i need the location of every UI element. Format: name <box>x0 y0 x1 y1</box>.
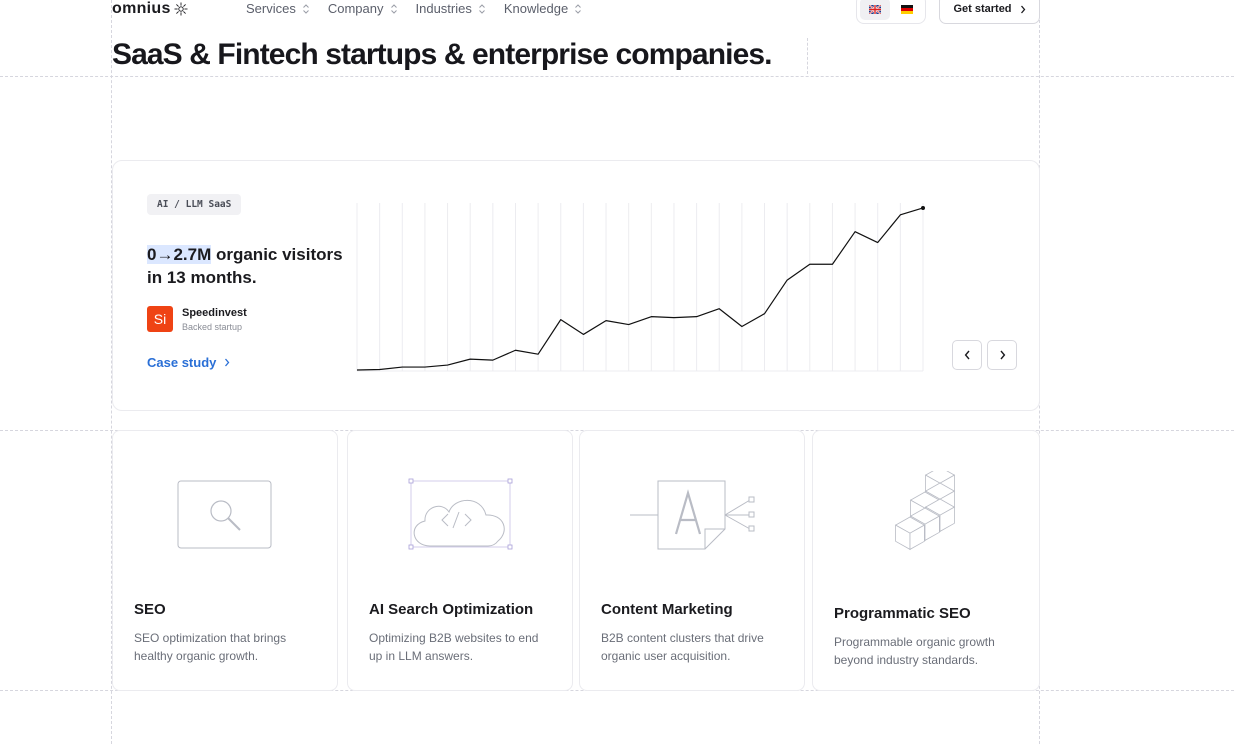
chevron-up-down-icon <box>575 3 582 14</box>
language-switcher <box>856 0 926 24</box>
get-started-label: Get started <box>953 3 1012 15</box>
company-info: Si Speedinvest Backed startup <box>147 306 247 332</box>
service-title: SEO <box>134 601 166 618</box>
case-study-link-label: Case study <box>147 355 217 370</box>
carousel-next-button[interactable] <box>987 340 1017 370</box>
chevron-right-icon <box>999 350 1005 360</box>
chevron-right-icon <box>225 358 230 367</box>
nav-item-label: Services <box>246 1 296 16</box>
nav-item-label: Industries <box>415 1 472 16</box>
company-logo: Si <box>147 306 173 332</box>
service-title: AI Search Optimization <box>369 601 534 618</box>
carousel-prev-button[interactable] <box>952 340 982 370</box>
nav-item-label: Company <box>327 1 384 16</box>
company-name: Speedinvest <box>182 306 247 319</box>
document-branch-icon <box>630 480 755 550</box>
chevron-up-down-icon <box>479 3 485 14</box>
nav-item-knowledge[interactable]: Knowledge <box>504 1 582 16</box>
logo-text: omnius <box>112 0 171 17</box>
service-description: Optimizing B2B websites to end up in LLM… <box>369 631 539 663</box>
service-title: Content Marketing <box>601 601 733 618</box>
case-study-link[interactable]: Case study <box>147 355 230 370</box>
language-option-de[interactable] <box>892 0 922 20</box>
get-started-button[interactable]: Get started <box>939 0 1040 24</box>
nav-item-company[interactable]: Company <box>328 1 398 16</box>
service-card-seo[interactable]: SEO SEO optimization that brings healthy… <box>112 430 338 691</box>
page-headline: SaaS & Fintech startups & enterprise com… <box>112 38 772 71</box>
service-card-content-marketing[interactable]: Content Marketing B2B content clusters t… <box>579 430 805 691</box>
service-card-ai-search[interactable]: AI Search Optimization Optimizing B2B we… <box>347 430 573 691</box>
service-description: Programmable organic growth beyond indus… <box>834 635 995 667</box>
germany-flag-icon <box>901 4 913 14</box>
chevron-up-down-icon <box>303 3 309 14</box>
uk-flag-icon <box>869 4 881 14</box>
growth-line-chart <box>356 203 925 372</box>
industry-tag: AI / LLM SaaS <box>147 194 242 215</box>
nav-item-services[interactable]: Services <box>246 1 310 16</box>
magnifier-icon <box>177 480 272 549</box>
case-study-card: AI / LLM SaaS 0→2.7M organic visitors in… <box>112 160 1040 411</box>
service-description: B2B content clusters that drive organic … <box>601 631 764 663</box>
chevron-left-icon <box>964 350 970 360</box>
service-description: SEO optimization that brings healthy org… <box>134 631 287 663</box>
company-subtitle: Backed startup <box>182 321 243 332</box>
nav-item-label: Knowledge <box>503 1 569 16</box>
chart-series-line <box>356 207 924 371</box>
guide-line <box>0 76 1234 77</box>
logo-mark-icon <box>174 2 188 16</box>
chevron-right-icon <box>1020 5 1025 13</box>
service-title: Programmatic SEO <box>834 605 971 622</box>
main-nav: Services Company Industries Knowledge <box>246 1 582 16</box>
case-stat: 0→2.7M organic visitors in 13 months. <box>147 243 347 289</box>
service-card-programmatic-seo[interactable]: Programmatic SEO Programmable organic gr… <box>812 430 1040 691</box>
cubes-stack-icon <box>894 471 956 551</box>
chart-end-point <box>921 205 925 210</box>
guide-line <box>807 38 808 74</box>
chevron-up-down-icon <box>390 3 397 14</box>
cloud-code-icon <box>408 478 513 550</box>
nav-item-industries[interactable]: Industries <box>416 1 486 16</box>
logo[interactable]: omnius <box>112 0 188 18</box>
stat-highlight: 0→2.7M <box>147 245 212 264</box>
language-option-en[interactable] <box>860 0 890 20</box>
